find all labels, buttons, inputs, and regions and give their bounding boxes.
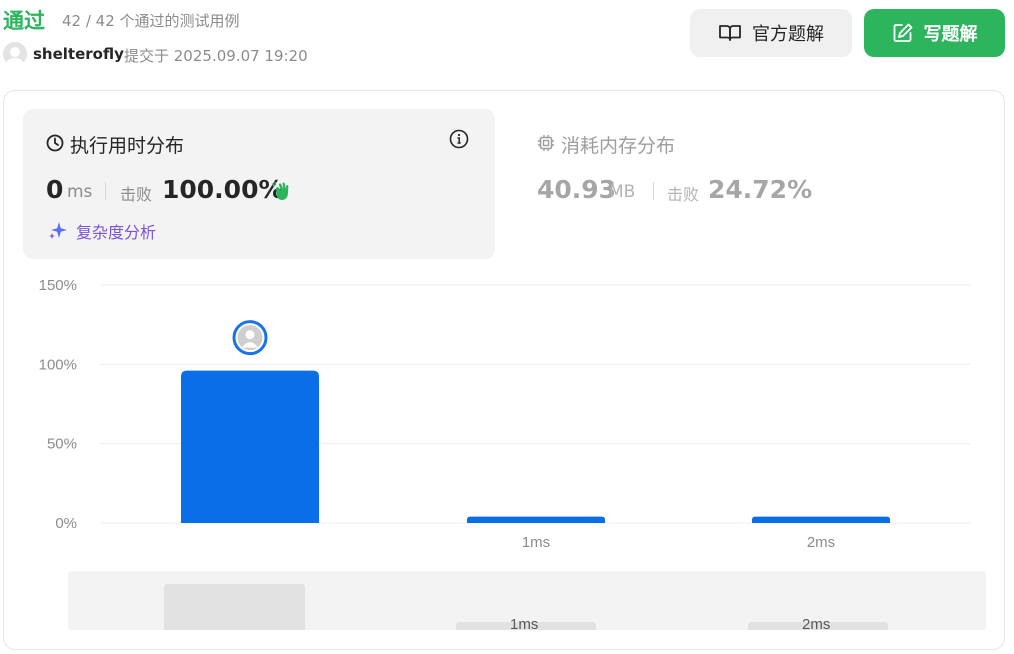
chart-bar[interactable]: [467, 516, 605, 523]
overview-label: 2ms: [802, 616, 831, 630]
x-tick-label: 1ms: [522, 534, 550, 551]
chart-overview[interactable]: 1ms 2ms: [68, 571, 986, 630]
user-icon-head: [245, 330, 255, 340]
x-tick-label: 2ms: [807, 534, 835, 551]
overview-label: 1ms: [510, 616, 539, 630]
y-tick-label: 150%: [39, 277, 77, 294]
chart-bar[interactable]: [181, 370, 319, 523]
y-tick-label: 50%: [47, 436, 77, 453]
y-tick-label: 0%: [55, 515, 77, 532]
chart-bar[interactable]: [752, 516, 890, 523]
overview-bar: [163, 584, 305, 630]
runtime-distribution-chart[interactable]: 0% 50% 100% 150% 1ms 2ms: [0, 0, 1014, 654]
y-tick-label: 100%: [39, 356, 77, 373]
